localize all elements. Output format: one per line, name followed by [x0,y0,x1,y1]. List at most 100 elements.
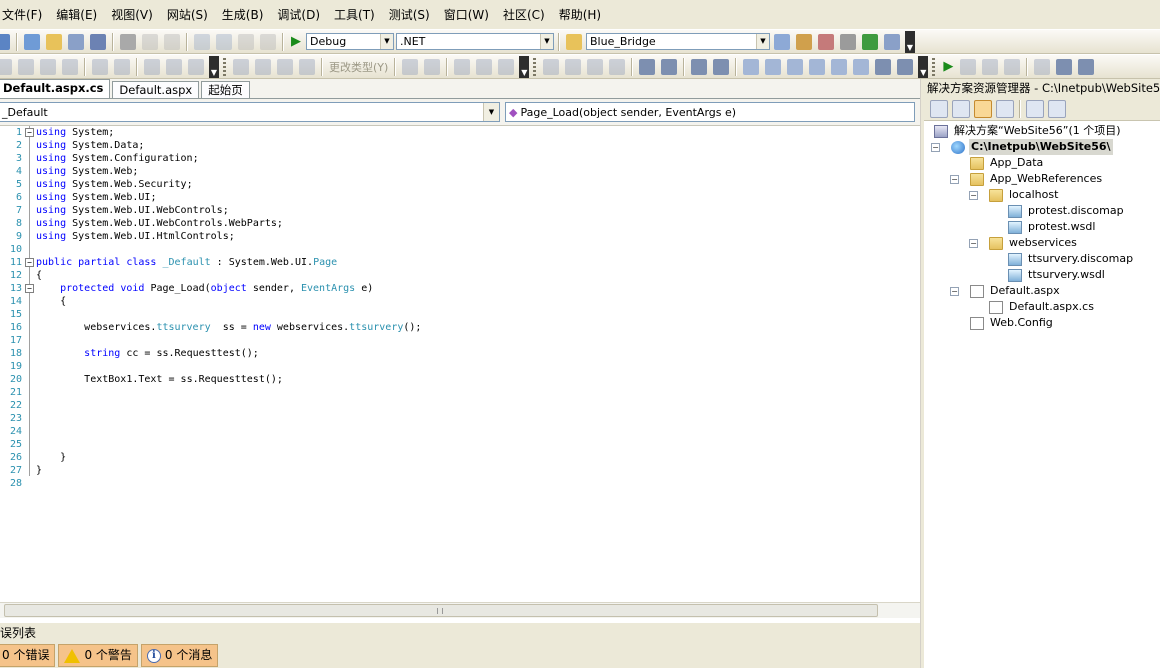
code-line[interactable]: 20 TextBox1.Text = ss.Requesttest(); [0,373,920,386]
display-object-members-icon[interactable] [875,58,892,75]
tree-node-ttsurvery-discomap[interactable]: ttsurvery.discomap [1008,251,1135,267]
code-line[interactable]: 26 } [0,451,920,464]
tree-node-app-webreferences[interactable]: App_WebReferences [970,171,1104,187]
tree-node-app-data[interactable]: App_Data [970,155,1045,171]
uncomment-icon[interactable] [713,58,730,75]
code-line[interactable]: 9 using System.Web.UI.HtmlControls; [0,230,920,243]
start-page-icon[interactable] [862,33,878,50]
code-line[interactable]: 5 using System.Web.Security; [0,178,920,191]
open-file-icon[interactable] [46,33,62,50]
layout-icon[interactable] [543,58,560,75]
code-line[interactable]: 2 using System.Data; [0,139,920,152]
redo-icon[interactable] [216,33,232,50]
execute-sql-icon[interactable] [402,58,419,75]
verify-sql-icon[interactable] [424,58,441,75]
menu-help[interactable]: 帮助(H) [552,4,608,26]
code-line[interactable]: 22 [0,399,920,412]
collapse-icon[interactable]: − [969,191,978,200]
menu-tools[interactable]: 工具(T) [327,4,382,26]
new-project-icon[interactable] [0,33,10,50]
toolbar-overflow-icon[interactable]: ▼ [905,30,915,53]
code-line[interactable]: 14 { [0,295,920,308]
paste-icon[interactable] [164,33,180,50]
stop-debugging-icon[interactable] [982,58,999,75]
code-line[interactable]: 16 webservices.ttsurvery ss = new webser… [0,321,920,334]
save-icon[interactable] [68,33,84,50]
copy-icon[interactable] [142,33,158,50]
solution-explorer-icon[interactable] [774,33,790,50]
menu-community[interactable]: 社区(C) [496,4,552,26]
navigate-forward-icon[interactable] [260,33,276,50]
tab-default-aspx[interactable]: Default.aspx [112,81,200,98]
tree-node-webservices[interactable]: webservices [989,235,1079,251]
command-window-icon[interactable] [884,33,900,50]
tree-node-default-aspx-cs[interactable]: Default.aspx.cs [989,299,1096,315]
code-line[interactable]: 18 string cc = ss.Requesttest(); [0,347,920,360]
save-all-icon[interactable] [90,33,106,50]
indent-icon[interactable] [661,58,678,75]
collapse-icon[interactable]: − [931,143,940,152]
code-line[interactable]: 23 [0,412,920,425]
continue-debugging-icon[interactable]: ▶ [943,59,953,74]
sql-icon[interactable] [40,58,56,75]
menu-file[interactable]: 文件(F) [0,4,49,26]
group-by-icon[interactable] [454,58,471,75]
chevron-down-icon[interactable]: ▼ [380,34,393,49]
menu-edit[interactable]: 编辑(E) [49,4,104,26]
code-line[interactable]: 21 [0,386,920,399]
copy-website-icon[interactable] [1026,99,1044,118]
break-all-icon[interactable] [960,58,977,75]
code-line[interactable]: 10 [0,243,920,256]
collapse-region-icon[interactable]: − [25,128,34,137]
navigate-backward-icon[interactable] [238,33,254,50]
tree-node-protest-discomap[interactable]: protest.discomap [1008,203,1126,219]
code-line[interactable]: 25 [0,438,920,451]
show-next-statement-icon[interactable] [1034,58,1051,75]
code-line[interactable]: 27} [0,464,920,477]
nest-related-files-icon[interactable] [996,99,1014,118]
solution-configuration-dropdown[interactable]: Debug ▼ [306,33,394,50]
query-icon[interactable] [62,58,78,75]
class-dropdown[interactable]: _Default ▼ [0,102,500,122]
change-type-button[interactable]: 更改类型(Y) [326,59,391,75]
collapse-icon[interactable]: − [969,239,978,248]
code-line[interactable]: 19 [0,360,920,373]
properties-icon[interactable] [930,99,948,118]
find-combo[interactable]: Blue_Bridge ▼ [586,33,770,50]
tree-node-protest-wsdl[interactable]: protest.wsdl [1008,219,1097,235]
chevron-down-icon[interactable]: ▼ [540,34,553,49]
sql-icon[interactable] [114,58,130,75]
cut-icon[interactable] [120,33,136,50]
text-icon[interactable] [609,58,626,75]
solution-platform-dropdown[interactable]: .NET ▼ [396,33,554,50]
grid-icon[interactable] [18,58,34,75]
toolbar-grip[interactable] [932,57,936,76]
code-line[interactable]: 17 [0,334,920,347]
toolbox-icon[interactable] [840,33,856,50]
layout-icon[interactable] [565,58,582,75]
object-browser-icon[interactable] [818,33,834,50]
code-line[interactable]: 6 using System.Web.UI; [0,191,920,204]
tree-node-localhost[interactable]: localhost [989,187,1060,203]
code-line[interactable]: 1− using System; [0,126,920,139]
messages-filter-button[interactable]: i 0 个消息 [140,644,219,667]
menu-build[interactable]: 生成(B) [215,4,271,26]
start-debugging-icon[interactable]: ▶ [291,34,301,49]
outdent-icon[interactable] [639,58,656,75]
errors-filter-button[interactable]: 0 个错误 [0,644,56,667]
warnings-filter-button[interactable]: 0 个警告 [58,644,138,667]
add-item-icon[interactable] [24,33,40,50]
clear-bookmarks-icon[interactable] [853,58,870,75]
previous-bookmark-icon[interactable] [765,58,782,75]
tree-node-web-config[interactable]: Web.Config [970,315,1055,331]
toolbar-overflow-icon[interactable]: ▼ [209,55,219,78]
refresh-icon[interactable] [952,99,970,118]
sql-pane-icon[interactable] [277,58,293,75]
collapse-icon[interactable]: − [950,175,959,184]
previous-bookmark-folder-icon[interactable] [809,58,826,75]
collapse-icon[interactable]: − [950,287,959,296]
menu-window[interactable]: 窗口(W) [437,4,496,26]
code-line[interactable]: 8 using System.Web.UI.WebControls.WebPart… [0,217,920,230]
scrollbar-thumb[interactable] [4,604,878,617]
horizontal-scrollbar[interactable] [0,602,920,618]
